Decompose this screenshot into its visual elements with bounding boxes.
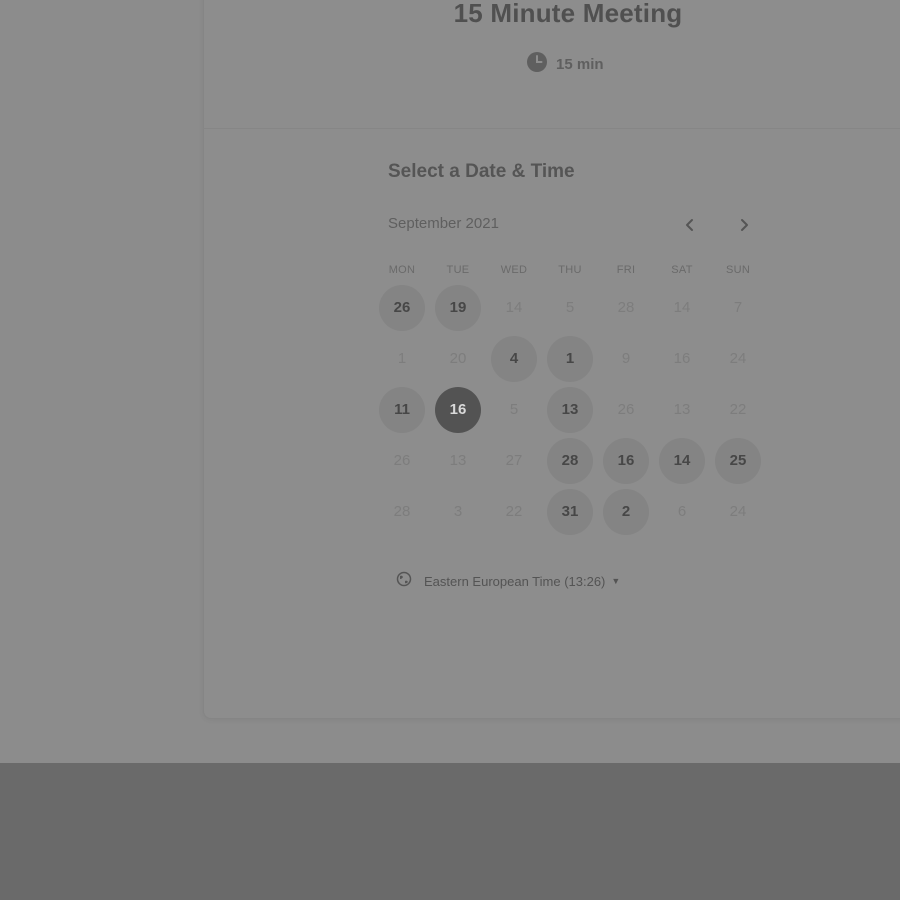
event-duration: 15 min (526, 51, 604, 78)
prev-month-button[interactable] (679, 214, 701, 236)
calendar-day[interactable]: 1 (547, 335, 593, 382)
calendar-day: 5 (565, 299, 575, 316)
calendar-day: 20 (449, 350, 467, 367)
calendar-cell: 16 (430, 384, 486, 435)
globe-icon (396, 571, 412, 592)
calendar-day[interactable]: 4 (491, 335, 537, 382)
calendar-cell: 24 (710, 333, 766, 384)
calendar-day[interactable]: 26 (379, 284, 425, 331)
calendar-day: 3 (453, 503, 463, 520)
calendar-day: 26 (617, 401, 635, 418)
calendar-day: 16 (673, 350, 691, 367)
caret-down-icon: ▼ (611, 576, 621, 586)
calendar-cell: 27 (486, 435, 542, 486)
calendar-cell: 16 (654, 333, 710, 384)
calendar-cell: 11 (374, 384, 430, 435)
calendar-cell: 6 (654, 486, 710, 537)
calendar-cell: 28 (542, 435, 598, 486)
weekday-label: TUE (446, 264, 470, 276)
weekday-label: MON (388, 264, 416, 276)
calendar-day[interactable]: 14 (659, 437, 705, 484)
calendar-day: 28 (393, 503, 411, 520)
weekday-header: MON TUE WED THU FRI SAT SUN (374, 264, 766, 276)
chevron-left-icon (686, 219, 693, 231)
calendar-day: 24 (729, 350, 747, 367)
calendar-cell: 2 (598, 486, 654, 537)
calendar-cell: 3 (430, 486, 486, 537)
calendar-cell: 14 (486, 282, 542, 333)
timezone-label: Eastern European Time (13:26) (424, 573, 606, 589)
calendar-cell: 5 (486, 384, 542, 435)
calendar-day[interactable]: 11 (379, 386, 425, 433)
calendar-day[interactable]: 13 (547, 386, 593, 433)
next-month-button[interactable] (733, 214, 755, 236)
weekday-label: SAT (671, 264, 693, 276)
calendar-day[interactable]: 31 (547, 488, 593, 535)
weekday-label: THU (558, 264, 582, 276)
calendar-day-selected[interactable]: 16 (435, 386, 481, 433)
calendar-day: 22 (729, 401, 747, 418)
calendar-cell: 26 (598, 384, 654, 435)
calendar-cell: 16 (598, 435, 654, 486)
calendar-day[interactable]: 25 (715, 437, 761, 484)
calendar-day[interactable]: 16 (603, 437, 649, 484)
calendar-cell: 24 (710, 486, 766, 537)
calendar-day: 14 (673, 299, 691, 316)
calendar-day[interactable]: 2 (603, 488, 649, 535)
duration-label: 15 min (556, 55, 604, 73)
calendar-cell: 31 (542, 486, 598, 537)
calendar-cell: 25 (710, 435, 766, 486)
calendar-day: 28 (617, 299, 635, 316)
calendar-cell: 26 (374, 282, 430, 333)
calendar-cell: 13 (654, 384, 710, 435)
calendar-cell: 26 (374, 435, 430, 486)
calendar-day: 7 (733, 299, 743, 316)
card-divider (203, 128, 900, 129)
calendar-cell: 13 (542, 384, 598, 435)
calendar-day: 1 (397, 350, 407, 367)
calendar-day: 14 (505, 299, 523, 316)
calendar-day: 9 (621, 350, 631, 367)
calendar-cell: 14 (654, 282, 710, 333)
calendar-cell: 22 (710, 384, 766, 435)
clock-icon (526, 51, 548, 78)
calendar-cell: 1 (542, 333, 598, 384)
month-label: September 2021 (388, 215, 499, 232)
calendar-cell: 7 (710, 282, 766, 333)
calendar-day: 13 (673, 401, 691, 418)
calendar-cell: 19 (430, 282, 486, 333)
calendar-day[interactable]: 28 (547, 437, 593, 484)
calendar-cell: 1 (374, 333, 430, 384)
chevron-right-icon (741, 219, 748, 231)
timezone-selector[interactable]: Eastern European Time (13:26) ▼ (396, 570, 620, 592)
calendar-day: 6 (677, 503, 687, 520)
event-title: 15 Minute Meeting (453, 0, 683, 28)
calendar-cell: 9 (598, 333, 654, 384)
calendar-day[interactable]: 19 (435, 284, 481, 331)
calendar-day: 22 (505, 503, 523, 520)
weekday-label: FRI (616, 264, 636, 276)
calendar-day: 27 (505, 452, 523, 469)
calendar-cell: 5 (542, 282, 598, 333)
calendar-cell: 13 (430, 435, 486, 486)
calendar-day: 13 (449, 452, 467, 469)
calendar-cell: 28 (598, 282, 654, 333)
calendar-cell: 20 (430, 333, 486, 384)
calendar-day: 24 (729, 503, 747, 520)
calendar-day: 26 (393, 452, 411, 469)
calendar-day: 5 (509, 401, 519, 418)
calendar-cell: 14 (654, 435, 710, 486)
calendar-grid: 26 19 14 5 28 14 7 1 20 4 1 9 16 24 11 16 5 13 26 13 22 26 13 2… (374, 282, 766, 537)
calendar-cell: 22 (486, 486, 542, 537)
calendar-cell: 28 (374, 486, 430, 537)
calendar-cell: 4 (486, 333, 542, 384)
scheduler-heading: Select a Date & Time (388, 161, 575, 182)
weekday-label: SUN (725, 264, 751, 276)
weekday-label: WED (500, 264, 528, 276)
